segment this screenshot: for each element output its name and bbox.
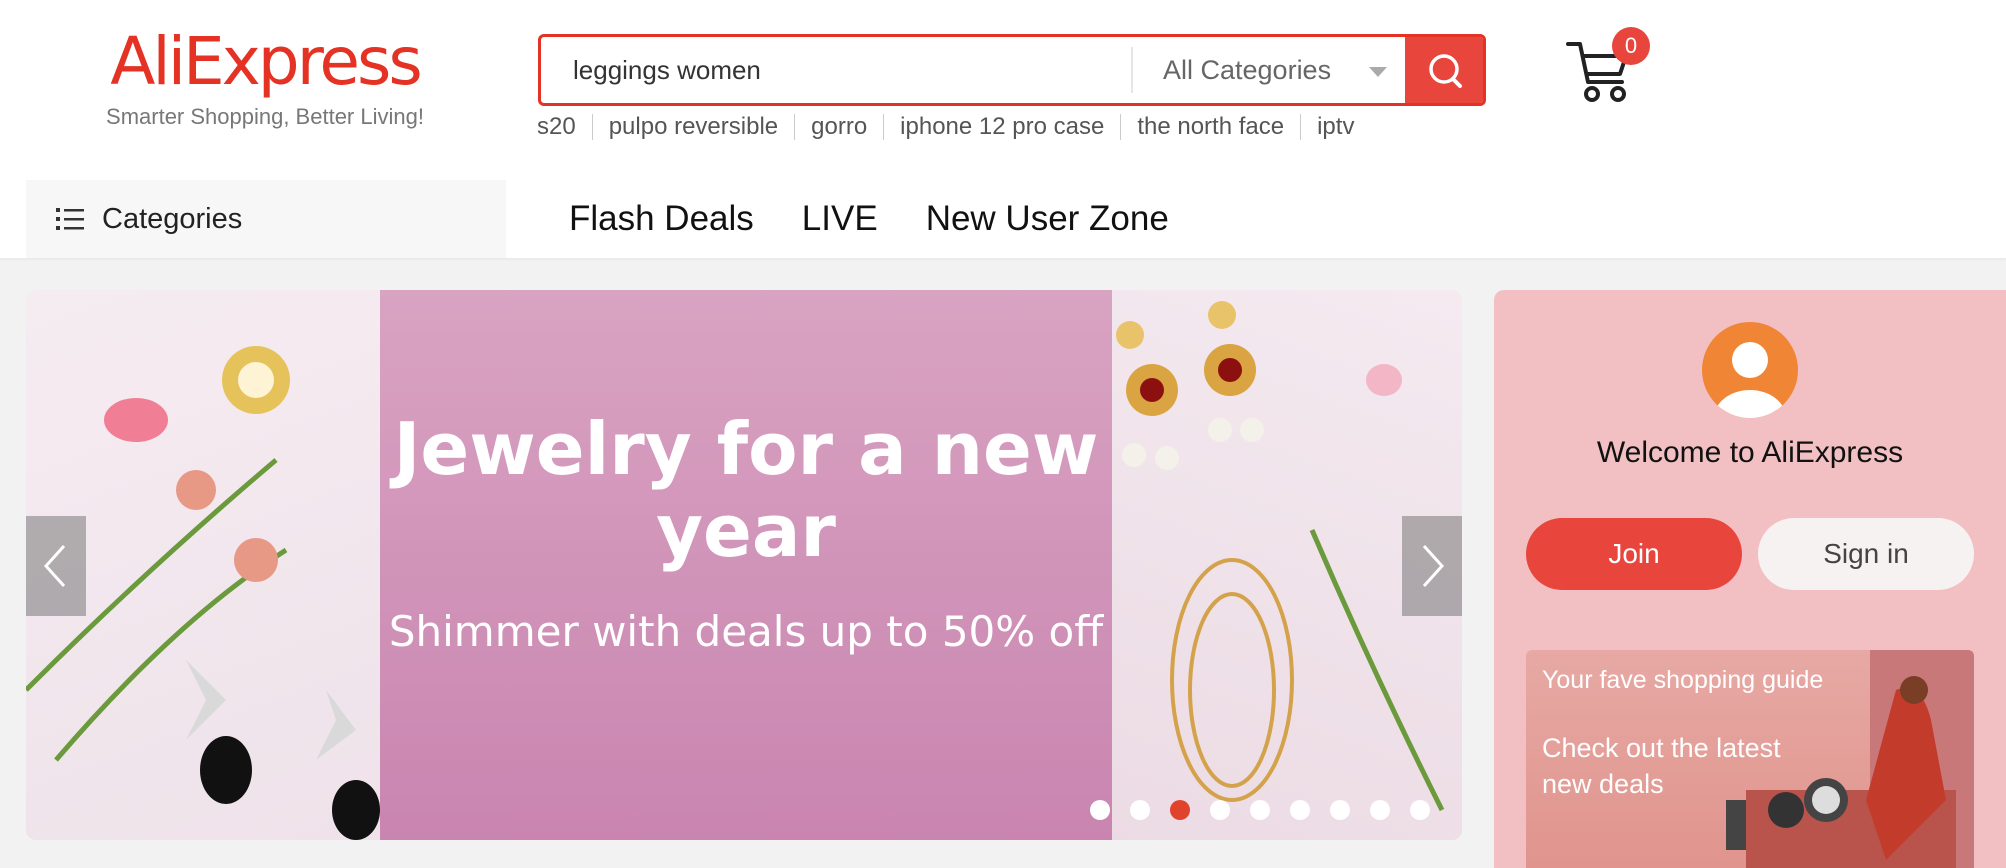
carousel-next-button[interactable] [1402,516,1462,616]
search-icon [1429,54,1462,88]
welcome-panel: Welcome to AliExpress Join Sign in Your … [1494,290,2006,868]
carousel-dot[interactable] [1370,800,1390,820]
banner-title: Jewelry for a new year [393,407,1099,573]
carousel-dot[interactable] [1170,800,1190,820]
carousel-dot[interactable] [1090,800,1110,820]
user-avatar-icon [1714,342,1786,418]
search-button[interactable] [1405,37,1483,103]
chevron-right-icon [1422,544,1445,588]
carousel-dot[interactable] [1250,800,1270,820]
carousel-indicators [1090,800,1450,820]
hot-word-link[interactable]: iptv [1300,114,1370,140]
hot-word-link[interactable]: gorro [794,114,883,140]
chevron-left-icon [43,544,66,588]
nav-flash-deals[interactable]: Flash Deals [569,190,754,248]
hot-word-link[interactable]: the north face [1120,114,1300,140]
cart-count-badge: 0 [1612,27,1650,65]
header: AliExpress Smarter Shopping, Better Livi… [0,0,2006,258]
caret-down-icon [1369,67,1387,77]
user-avatar [1702,322,1798,418]
shopping-guide-card[interactable]: Your fave shopping guide Check out the l… [1526,650,1974,868]
sign-in-button[interactable]: Sign in [1758,518,1974,590]
banner-headline-panel: Jewelry for a new year Shimmer with deal… [380,290,1112,840]
hot-word-link[interactable]: pulpo reversible [591,114,794,140]
carousel-dot[interactable] [1330,800,1350,820]
search-input[interactable] [541,37,1129,103]
carousel-dot[interactable] [1410,800,1430,820]
logo-text[interactable]: AliExpress [100,22,430,102]
search-bar: All Categories [538,34,1486,106]
welcome-title: Welcome to AliExpress [1596,436,1904,469]
carousel-dot[interactable] [1290,800,1310,820]
hero-banner[interactable]: Jewelry for a new year Shimmer with deal… [26,290,1462,840]
carousel-dot[interactable] [1210,800,1230,820]
logo-tagline: Smarter Shopping, Better Living! [106,104,424,129]
hot-word-link[interactable]: s20 [537,114,592,140]
categories-label: Categories [102,202,243,235]
guide-subtitle: Check out the latest new deals [1542,733,1781,799]
carousel-dot[interactable] [1130,800,1150,820]
category-select[interactable]: All Categories [1133,37,1411,103]
nav-new-user-zone[interactable]: New User Zone [926,190,1169,248]
categories-list-icon [56,208,84,230]
join-button[interactable]: Join [1526,518,1742,590]
category-select-label: All Categories [1163,54,1332,85]
categories-menu[interactable]: Categories [26,180,506,258]
top-nav: Flash Deals LIVE New User Zone [569,190,1217,248]
hot-word-link[interactable]: iphone 12 pro case [883,114,1120,140]
guide-headline: Your fave shopping guide [1542,666,1824,694]
banner-subtitle: Shimmer with deals up to 50% off [388,607,1104,656]
logo[interactable]: AliExpress Smarter Shopping, Better Livi… [100,22,430,130]
hot-search-words: s20 pulpo reversible gorro iphone 12 pro ca… [537,114,1370,140]
carousel-prev-button[interactable] [26,516,86,616]
nav-live[interactable]: LIVE [802,190,878,248]
